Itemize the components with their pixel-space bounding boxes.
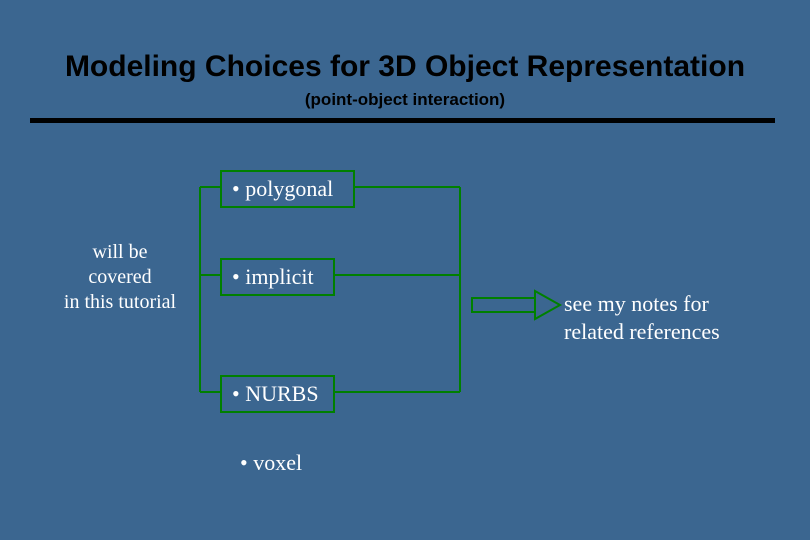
right-annotation: see my notes for related references (564, 290, 720, 345)
right-connector (335, 187, 460, 392)
right-annotation-l1: see my notes for (564, 291, 709, 316)
title-divider (30, 118, 775, 123)
right-annotation-l2: related references (564, 319, 720, 344)
item-nurbs-label: • NURBS (232, 381, 319, 406)
left-bracket (200, 187, 220, 392)
left-annotation-l2: covered (88, 266, 151, 288)
item-polygonal-label: • polygonal (232, 176, 333, 201)
arrow-right-icon (472, 291, 560, 319)
item-polygonal-box: • polygonal (220, 170, 355, 208)
item-nurbs-box: • NURBS (220, 375, 335, 413)
left-annotation: will be covered in this tutorial (45, 240, 195, 315)
item-implicit-label: • implicit (232, 264, 314, 289)
slide-subtitle: (point-object interaction) (0, 90, 810, 110)
item-voxel-label: • voxel (240, 450, 302, 476)
item-implicit-box: • implicit (220, 258, 335, 296)
left-annotation-l3: in this tutorial (64, 291, 176, 313)
slide-title: Modeling Choices for 3D Object Represent… (0, 50, 810, 84)
left-annotation-l1: will be (93, 241, 148, 263)
